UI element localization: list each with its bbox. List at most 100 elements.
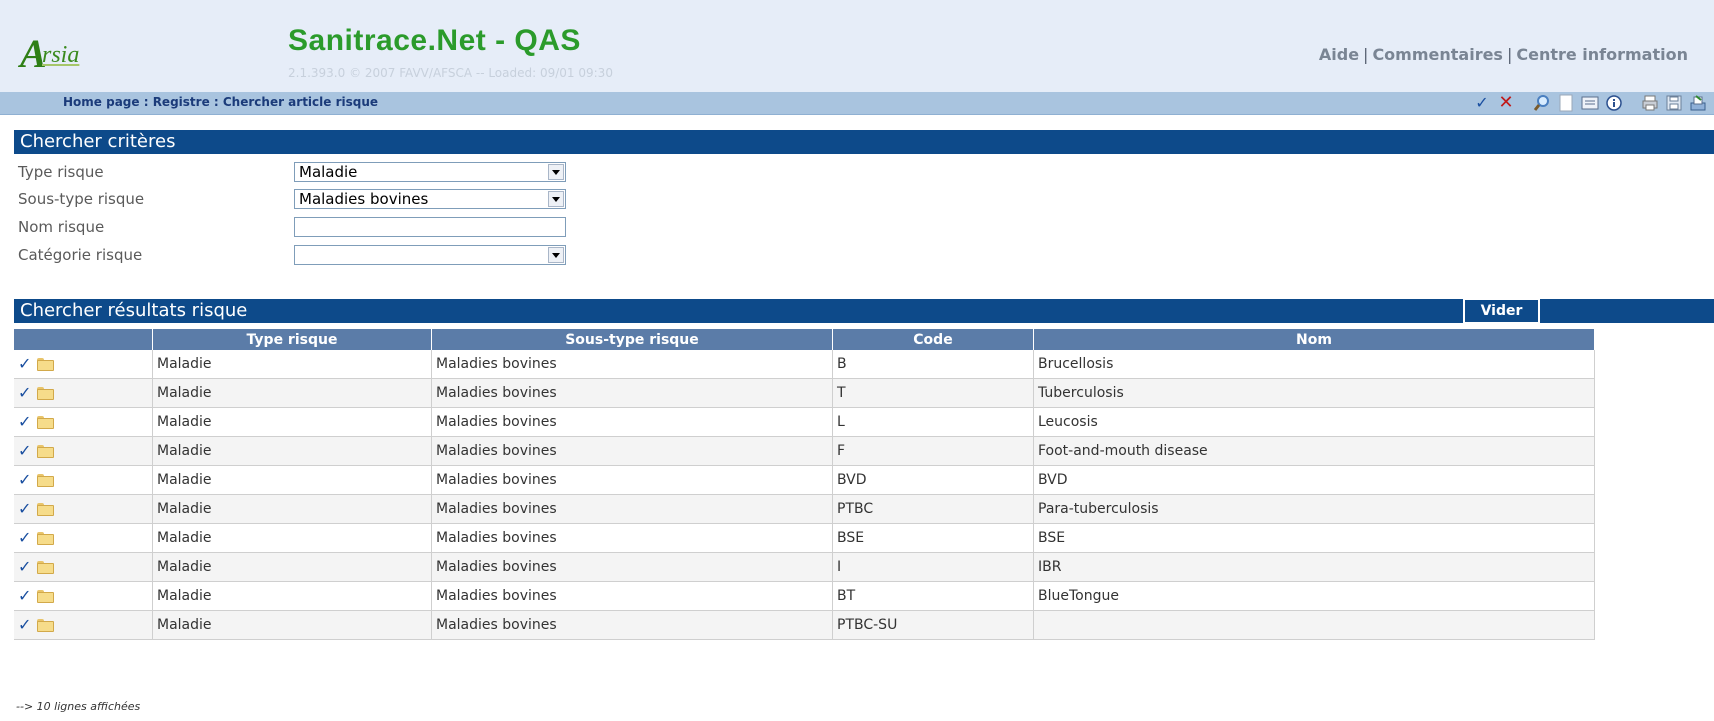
select-check-icon[interactable]: ✓ (18, 501, 31, 517)
select-check-icon[interactable]: ✓ (18, 559, 31, 575)
row-actions-cell: ✓ (14, 407, 153, 437)
search-icon[interactable] (1532, 93, 1552, 113)
table-row[interactable]: ✓ Maladie Maladies bovines F Foot-and-mouth … (14, 436, 1595, 466)
clear-button[interactable]: Vider (1463, 298, 1540, 324)
table-row[interactable]: ✓ Maladie Maladies bovines I IBR (14, 552, 1595, 582)
export-icon[interactable] (1688, 93, 1708, 113)
risk-category-select[interactable] (294, 245, 566, 265)
select-check-icon[interactable]: ✓ (18, 617, 31, 633)
table-row[interactable]: ✓ Maladie Maladies bovines BVD BVD (14, 465, 1595, 495)
check-icon[interactable]: ✓ (1472, 93, 1492, 113)
cell-type: Maladie (152, 350, 432, 379)
risk-category-row: Catégorie risque (18, 242, 566, 268)
table-row[interactable]: ✓ Maladie Maladies bovines B Brucellosis (14, 350, 1595, 379)
row-actions-cell: ✓ (14, 494, 153, 524)
select-check-icon[interactable]: ✓ (18, 443, 31, 459)
type-risk-value: Maladie (299, 163, 358, 181)
chevron-down-icon[interactable] (548, 247, 564, 263)
chevron-down-icon[interactable] (548, 191, 564, 207)
risk-name-input[interactable] (294, 217, 566, 237)
cell-type: Maladie (152, 581, 432, 611)
cell-type: Maladie (152, 552, 432, 582)
open-folder-icon[interactable] (37, 387, 55, 400)
subtype-risk-select[interactable]: Maladies bovines (294, 189, 566, 209)
row-actions: ✓ (18, 414, 152, 430)
select-check-icon[interactable]: ✓ (18, 530, 31, 546)
open-folder-icon[interactable] (37, 619, 55, 632)
cell-name: Leucosis (1033, 407, 1595, 437)
info-center-link[interactable]: Centre information (1516, 45, 1688, 64)
table-row[interactable]: ✓ Maladie Maladies bovines BSE BSE (14, 523, 1595, 553)
new-document-icon[interactable] (1556, 93, 1576, 113)
row-actions: ✓ (18, 443, 152, 459)
select-check-icon[interactable]: ✓ (18, 414, 31, 430)
row-actions-cell: ✓ (14, 350, 153, 379)
cell-type: Maladie (152, 407, 432, 437)
row-count-note: --> 10 lignes affichées (16, 700, 141, 713)
column-header-type[interactable]: Type risque (152, 329, 432, 350)
column-header-code[interactable]: Code (832, 329, 1034, 350)
info-icon[interactable] (1604, 93, 1624, 113)
subtype-risk-label: Sous-type risque (18, 190, 145, 208)
arsia-logo[interactable]: A rsia (20, 28, 100, 78)
type-risk-select[interactable]: Maladie (294, 162, 566, 182)
app-version: 2.1.393.0 © 2007 FAVV/AFSCA -- Loaded: 0… (288, 66, 613, 80)
save-icon[interactable] (1664, 93, 1684, 113)
open-folder-icon[interactable] (37, 445, 55, 458)
help-link[interactable]: Aide (1319, 45, 1359, 64)
table-row[interactable]: ✓ Maladie Maladies bovines PTBC-SU (14, 610, 1595, 640)
chevron-down-icon[interactable] (548, 164, 564, 180)
top-links: Aide | Commentaires | Centre information (1319, 45, 1688, 64)
select-check-icon[interactable]: ✓ (18, 472, 31, 488)
table-row[interactable]: ✓ Maladie Maladies bovines L Leucosis (14, 407, 1595, 437)
criteria-section-header: Chercher critères (14, 130, 1714, 154)
comments-link[interactable]: Commentaires (1372, 45, 1503, 64)
open-folder-icon[interactable] (37, 532, 55, 545)
cell-code: L (832, 407, 1034, 437)
cell-subtype: Maladies bovines (431, 436, 833, 466)
breadcrumb-registre[interactable]: Registre (153, 95, 210, 109)
cell-subtype: Maladies bovines (431, 610, 833, 640)
table-row[interactable]: ✓ Maladie Maladies bovines BT BlueTongue (14, 581, 1595, 611)
column-header-name[interactable]: Nom (1033, 329, 1594, 350)
breadcrumb-separator: : (209, 95, 223, 109)
breadcrumb: Home page : Registre : Chercher article … (63, 95, 378, 109)
link-separator: | (1506, 45, 1513, 64)
cell-subtype: Maladies bovines (431, 407, 833, 437)
cell-code: PTBC-SU (832, 610, 1034, 640)
open-folder-icon[interactable] (37, 416, 55, 429)
type-risk-label: Type risque (18, 163, 104, 181)
cell-name: IBR (1033, 552, 1595, 582)
select-check-icon[interactable]: ✓ (18, 356, 31, 372)
cell-name: BVD (1033, 465, 1595, 495)
select-check-icon[interactable]: ✓ (18, 385, 31, 401)
open-folder-icon[interactable] (37, 590, 55, 603)
cell-subtype: Maladies bovines (431, 465, 833, 495)
app-header: A rsia Sanitrace.Net - QAS 2.1.393.0 © 2… (0, 0, 1714, 93)
open-folder-icon[interactable] (37, 561, 55, 574)
risk-category-label: Catégorie risque (18, 246, 143, 264)
print-icon[interactable] (1640, 93, 1660, 113)
list-icon[interactable] (1580, 93, 1600, 113)
breadcrumb-current: Chercher article risque (222, 95, 379, 109)
table-row[interactable]: ✓ Maladie Maladies bovines PTBC Para-tubercu… (14, 494, 1595, 524)
results-section-header: Chercher résultats risque (14, 299, 1714, 323)
cell-subtype: Maladies bovines (431, 552, 833, 582)
delete-icon[interactable]: ✕ (1496, 93, 1516, 113)
open-folder-icon[interactable] (37, 474, 55, 487)
row-actions-cell: ✓ (14, 552, 153, 582)
row-actions: ✓ (18, 385, 152, 401)
breadcrumb-home[interactable]: Home page (63, 95, 140, 109)
subtype-risk-row: Sous-type risque Maladies bovines (18, 186, 566, 212)
results-body: ✓ Maladie Maladies bovines B Brucellosis ✓ Mal… (14, 350, 1595, 640)
cell-code: BT (832, 581, 1034, 611)
logo-text: rsia (42, 42, 80, 68)
table-row[interactable]: ✓ Maladie Maladies bovines T Tuberculosis (14, 378, 1595, 408)
column-header-subtype[interactable]: Sous-type risque (431, 329, 833, 350)
cell-name: Tuberculosis (1033, 378, 1595, 408)
row-actions: ✓ (18, 559, 152, 575)
select-check-icon[interactable]: ✓ (18, 588, 31, 604)
open-folder-icon[interactable] (37, 503, 55, 516)
open-folder-icon[interactable] (37, 358, 55, 371)
cell-type: Maladie (152, 378, 432, 408)
